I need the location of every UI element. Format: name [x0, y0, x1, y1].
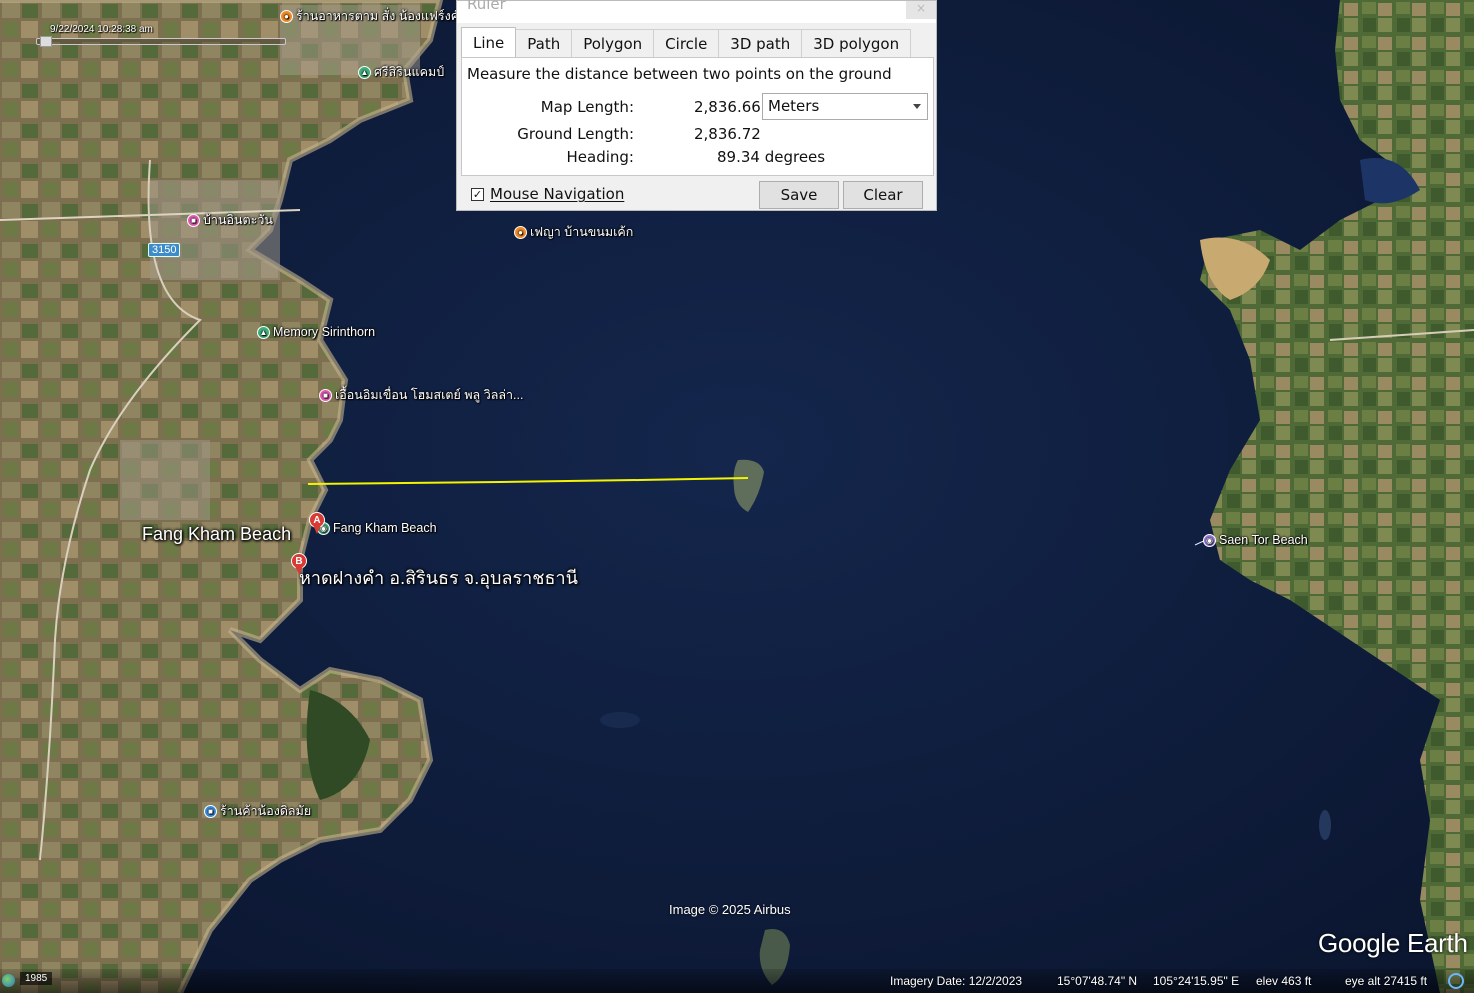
restaurant-icon: ● — [514, 225, 527, 239]
campground-icon: ▲ — [257, 325, 270, 339]
time-slider-thumb[interactable] — [40, 36, 52, 47]
map-length-label: Map Length: — [540, 98, 634, 116]
place-label: ร้านอาหารตาม สั่ง น้องแฟร์งค์ — [296, 9, 460, 23]
tab-polygon[interactable]: Polygon — [571, 29, 655, 57]
mouse-navigation-label: Mouse Navigation — [490, 185, 625, 203]
place-label: เอื้อนอิมเขื่อน โฮมสเตย์ พลู วิลล่า... — [335, 388, 524, 402]
imagery-credit: Image © 2025 Airbus — [669, 902, 791, 917]
placemark-a[interactable]: A — [309, 512, 325, 534]
eye-altitude: eye alt 27415 ft — [1345, 974, 1428, 988]
mouse-navigation-checkbox[interactable]: ✓ Mouse Navigation — [471, 185, 624, 203]
clear-button-label: Clear — [863, 186, 903, 204]
place-label: บ้านอินตะวัน — [203, 213, 273, 227]
clear-button[interactable]: Clear — [843, 181, 923, 209]
save-button[interactable]: Save — [759, 181, 839, 209]
marker-pin-icon — [295, 566, 303, 575]
imagery-date: Imagery Date: 12/2/2023 — [890, 974, 1023, 988]
place-restaurant-top[interactable]: ● ร้านอาหารตาม สั่ง น้องแฟร์งค์ — [280, 6, 459, 26]
panel-description: Measure the distance between two points … — [467, 65, 892, 83]
heading-value: 89.34 degrees — [717, 148, 826, 166]
elevation: elev 463 ft — [1256, 974, 1312, 988]
place-label: เฟญา บ้านขนมเค้ก — [530, 225, 634, 239]
ground-length-label: Ground Length: — [517, 125, 634, 143]
checkbox-icon[interactable]: ✓ — [471, 187, 484, 201]
ruler-dialog: Ruler × Line Path Polygon Circle 3D path… — [456, 0, 937, 211]
tab-3d-path[interactable]: 3D path — [718, 29, 803, 57]
place-label: Memory Sirinthorn — [273, 325, 376, 339]
save-button-label: Save — [780, 186, 818, 204]
place-memory-sirinthorn[interactable]: ▲ Memory Sirinthorn — [257, 325, 375, 339]
tab-3d-polygon[interactable]: 3D polygon — [801, 29, 912, 57]
unit-select[interactable]: Meters — [762, 93, 928, 120]
historical-year[interactable]: 1985 — [20, 972, 53, 985]
streaming-progress-icon — [1448, 973, 1464, 989]
place-phaya-bakery[interactable]: ● เฟญา บ้านขนมเค้ก — [514, 222, 633, 242]
lodging-icon: ■ — [187, 213, 200, 227]
place-label: ศรีสิรินแคมป์ — [374, 65, 445, 79]
close-button[interactable]: × — [906, 1, 936, 19]
line-panel: Measure the distance between two points … — [461, 57, 934, 176]
place-shop-nong[interactable]: ■ ร้านค้าน้องดิลมัย — [204, 801, 311, 821]
place-label: ร้านค้าน้องดิลมัย — [220, 804, 312, 818]
lodging-icon: ■ — [319, 388, 332, 402]
restaurant-icon: ● — [280, 9, 293, 23]
heading-label: Heading: — [566, 148, 634, 166]
tab-path[interactable]: Path — [515, 29, 573, 57]
globe-icon[interactable] — [2, 974, 15, 987]
ground-length-value: 2,836.72 — [694, 125, 761, 143]
latitude: 15°07'48.74" N — [1057, 974, 1138, 988]
chevron-down-icon — [913, 104, 921, 109]
tab-circle[interactable]: Circle — [653, 29, 720, 57]
beach-icon: ◉ — [1203, 533, 1216, 547]
longitude: 105°24'15.95" E — [1153, 974, 1240, 988]
place-fang-kham-beach[interactable]: ◉ Fang Kham Beach — [317, 521, 437, 535]
place-label: Fang Kham Beach — [333, 521, 437, 535]
unit-select-value: Meters — [768, 97, 820, 115]
place-camp-sirin[interactable]: ▲ ศรีสิรินแคมป์ — [358, 62, 444, 82]
label-fang-kham-beach[interactable]: Fang Kham Beach — [142, 524, 291, 545]
road-shield: 3150 — [148, 243, 181, 257]
marker-pin-icon — [313, 525, 321, 534]
google-earth-logo: Google Earth — [1318, 928, 1468, 958]
placemark-b[interactable]: B — [291, 553, 307, 575]
place-homestay-villa[interactable]: ■ เอื้อนอิมเขื่อน โฮมสเตย์ พลู วิลล่า... — [319, 385, 523, 405]
map-length-value: 2,836.66 — [694, 98, 761, 116]
label-thai-beach[interactable]: หาดฝางคำ อ.สิรินธร จ.อุบลราชธานี — [299, 563, 578, 592]
place-label: Saen Tor Beach — [1219, 533, 1308, 547]
place-baan-intawan[interactable]: ■ บ้านอินตะวัน — [187, 210, 273, 230]
ruler-tabs: Line Path Polygon Circle 3D path 3D poly… — [461, 27, 912, 57]
time-slider[interactable] — [36, 36, 286, 47]
timestamp: 9/22/2024 10:28:38 am — [50, 24, 153, 35]
place-saen-tor-beach[interactable]: ◉ Saen Tor Beach — [1203, 533, 1308, 547]
status-bar: 1985 Imagery Date: 12/2/2023 15°07'48.74… — [0, 969, 1474, 993]
campground-icon: ▲ — [358, 65, 371, 79]
dialog-titlebar[interactable]: Ruler × — [457, 0, 936, 23]
tab-line[interactable]: Line — [461, 27, 517, 57]
shopping-icon: ■ — [204, 804, 217, 818]
dialog-title: Ruler — [467, 0, 506, 13]
